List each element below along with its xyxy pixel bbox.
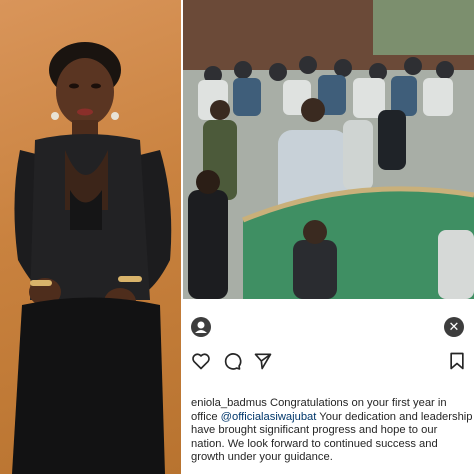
portrait-photo (0, 0, 181, 474)
assembly-video-still (183, 0, 474, 299)
assembly-scene-illustration (183, 0, 474, 299)
profile-avatar-icon[interactable] (191, 317, 211, 337)
comment-icon[interactable] (222, 351, 242, 371)
post-actions (191, 351, 467, 373)
heart-icon[interactable] (191, 351, 211, 371)
mention-link[interactable]: @officialasiwajubat (221, 411, 317, 423)
post-caption: eniola_badmus Congratulations on your fi… (191, 397, 473, 465)
send-icon[interactable] (253, 351, 273, 371)
portrait-illustration (12, 42, 172, 474)
post-username[interactable]: eniola_badmus (191, 397, 267, 409)
close-icon[interactable]: ✕ (444, 317, 464, 337)
instagram-post: ✕ eniola_badmus Congratulations on your … (183, 299, 474, 474)
bookmark-icon[interactable] (447, 351, 467, 371)
